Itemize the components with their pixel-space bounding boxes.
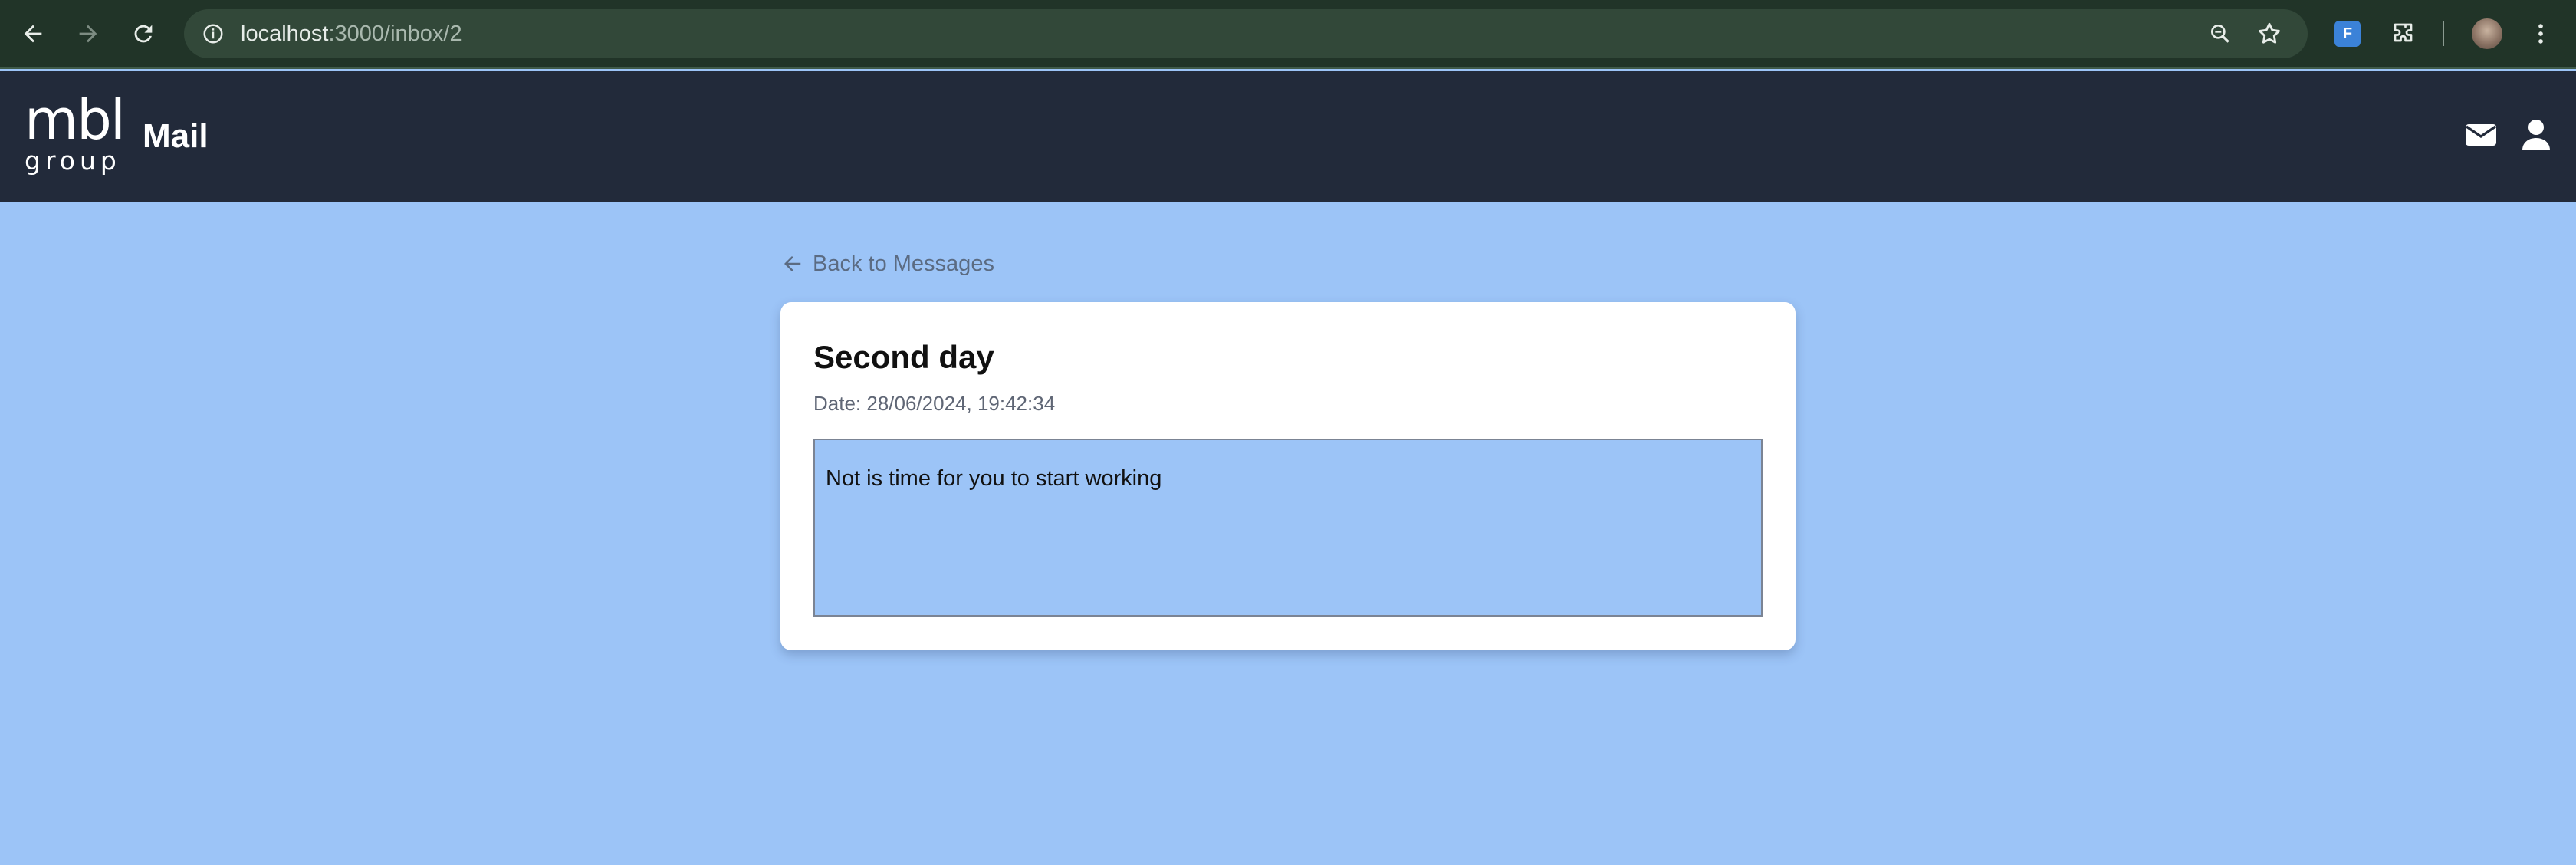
app-title: Mail (143, 117, 209, 155)
browser-reload-button[interactable] (127, 18, 159, 50)
star-icon[interactable] (2254, 18, 2285, 49)
message-card: Second day Date: 28/06/2024, 19:42:34 No… (780, 302, 1796, 650)
url-path: :3000/inbox/2 (328, 21, 462, 46)
profile-avatar[interactable] (2472, 18, 2502, 49)
company-logo[interactable]: mbl group (21, 92, 126, 176)
message-date: Date: 28/06/2024, 19:42:34 (813, 392, 1056, 415)
arrow-left-icon (784, 256, 801, 271)
arrow-left-icon (24, 25, 42, 43)
back-to-messages-link[interactable]: Back to Messages (780, 248, 994, 279)
arrow-right-icon (79, 25, 97, 43)
app-header: mbl group Mail (0, 71, 2576, 202)
info-icon[interactable] (199, 20, 227, 48)
zoom-icon[interactable] (2205, 18, 2236, 49)
logo-mark: mbl (25, 87, 126, 152)
browser-back-button[interactable] (17, 18, 49, 50)
translate-badge: F (2334, 21, 2361, 47)
kebab-menu-icon[interactable] (2524, 17, 2558, 51)
reload-icon (134, 25, 153, 43)
url-host: localhost (241, 21, 329, 46)
toolbar-divider (2443, 21, 2444, 46)
url-text[interactable]: localhost:3000/inbox/2 (241, 20, 462, 48)
browser-forward-button[interactable] (72, 18, 104, 50)
message-body: Not is time for you to start working (813, 439, 1763, 617)
logo-subtitle: group (25, 146, 121, 176)
browser-toolbar: localhost:3000/inbox/2 F (0, 0, 2576, 69)
user-icon[interactable] (2513, 112, 2559, 158)
back-link-label: Back to Messages (813, 251, 994, 276)
address-bar[interactable]: localhost:3000/inbox/2 (184, 9, 2308, 58)
translate-extension-icon[interactable]: F (2331, 17, 2364, 51)
puzzle-icon[interactable] (2387, 17, 2421, 51)
message-body-text: Not is time for you to start working (826, 466, 1162, 491)
envelope-icon[interactable] (2458, 112, 2504, 158)
message-title: Second day (813, 339, 994, 375)
